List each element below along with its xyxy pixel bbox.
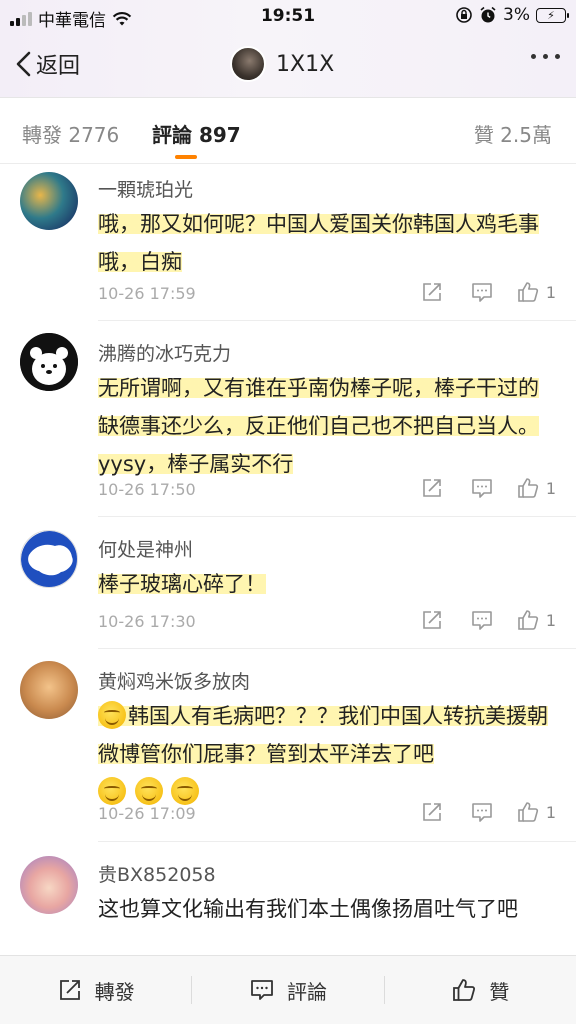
like-button[interactable]: 1 (494, 280, 556, 304)
tab-repost[interactable]: 轉發 2776 (22, 119, 119, 148)
comment-icon (472, 479, 492, 498)
divider (98, 841, 576, 842)
reply-button[interactable] (444, 608, 494, 632)
avatar[interactable] (20, 333, 78, 391)
back-label: 返回 (36, 54, 81, 79)
like-button[interactable]: 1 (494, 608, 556, 632)
share-button[interactable] (394, 800, 444, 824)
thumbs-up-icon (518, 802, 538, 822)
smile-emoji-icon (134, 777, 163, 805)
comment-text: 这也算文化输出有我们本土偶像扬眉吐气了吧 (98, 897, 518, 921)
more-options-button[interactable] (531, 54, 560, 59)
share-icon (423, 611, 441, 629)
comment-author[interactable]: 一顆琥珀光 (98, 175, 193, 202)
like-count: 1 (545, 802, 556, 822)
avatar[interactable] (20, 172, 78, 230)
comment-time: 10-26 17:50 (98, 480, 196, 499)
avatar[interactable] (20, 530, 78, 588)
repost-label: 轉發 (94, 979, 135, 1004)
comment-author[interactable]: 贵BX852058 (98, 860, 216, 887)
battery-percent: 3% (503, 5, 530, 25)
thumbs-up-icon (518, 282, 538, 302)
status-bar: 中華電信 19:51 3% ⚡ (0, 0, 576, 34)
back-button[interactable]: 返回 (14, 48, 80, 80)
comment-actions: 1 (394, 280, 556, 304)
user-avatar[interactable] (230, 46, 266, 82)
like-button[interactable]: 1 (494, 800, 556, 824)
thumbs-up-icon (453, 979, 476, 1001)
comment-icon (472, 803, 492, 822)
comment-actions: 1 (394, 800, 556, 824)
comment-icon (472, 283, 492, 302)
comment-text-content: 无所谓啊，又有谁在乎南伪棒子呢，棒子干过的缺德事还少么，反正他们自己也不把自己当… (98, 376, 539, 476)
more-dot-icon (543, 54, 548, 59)
reply-button[interactable] (444, 476, 494, 500)
comment-text-content: 韩国人有毛病吧？？？我们中国人转抗美援朝微博管你们屁事？管到太平洋去了吧 (98, 704, 548, 766)
repost-button[interactable]: 轉發 (0, 976, 191, 1005)
map-avatar-icon (21, 531, 77, 587)
share-button[interactable] (394, 608, 444, 632)
share-button[interactable] (394, 280, 444, 304)
more-dot-icon (531, 54, 536, 59)
like-post-button[interactable]: 贊 (385, 976, 576, 1005)
alarm-icon (480, 6, 496, 23)
tab-likes[interactable]: 贊 2.5萬 (474, 119, 552, 148)
comment-list: 一顆琥珀光 哦，那又如何呢？中国人爱国关你韩国人鸡毛事哦，白痴 10-26 17… (0, 165, 576, 955)
thumbs-up-icon (518, 610, 538, 630)
reply-button[interactable] (444, 800, 494, 824)
comment-text: 棒子玻璃心碎了！ (98, 565, 553, 603)
divider (98, 320, 576, 321)
comment-text-content: 棒子玻璃心碎了！ (98, 572, 266, 596)
bottom-toolbar: 轉發 評論 贊 (0, 955, 576, 1024)
active-tab-indicator (175, 155, 197, 159)
comment-text: 哦，那又如何呢？中国人爱国关你韩国人鸡毛事哦，白痴 (98, 205, 553, 281)
share-icon (423, 479, 441, 497)
smile-emoji-icon (98, 701, 126, 729)
nav-bar: 返回 1X1X (0, 34, 576, 98)
comment-actions: 1 (394, 608, 556, 632)
comment-button[interactable]: 評論 (192, 976, 383, 1005)
like-button[interactable]: 1 (494, 476, 556, 500)
comment-time: 10-26 17:30 (98, 612, 196, 631)
divider (98, 516, 576, 517)
comment-text: 无所谓啊，又有谁在乎南伪棒子呢，棒子干过的缺德事还少么，反正他们自己也不把自己当… (98, 369, 553, 483)
tab-bar: 轉發 2776 評論 897 贊 2.5萬 (0, 99, 576, 164)
comment-time: 10-26 17:59 (98, 284, 196, 303)
comment-text: 韩国人有毛病吧？？？我们中国人转抗美援朝微博管你们屁事？管到太平洋去了吧 (98, 697, 553, 811)
comment-label: 評論 (286, 979, 327, 1004)
like-label: 贊 (489, 979, 510, 1004)
share-icon (423, 803, 441, 821)
nav-user[interactable]: 1X1X (230, 46, 334, 82)
reply-button[interactable] (444, 280, 494, 304)
smile-emoji-icon (171, 777, 200, 805)
battery-icon: ⚡ (536, 7, 569, 23)
orientation-lock-icon (456, 7, 472, 23)
top-header: 中華電信 19:51 3% ⚡ 返回 1X1X (0, 0, 576, 98)
comment-actions: 1 (394, 476, 556, 500)
status-right: 3% ⚡ (455, 5, 569, 25)
comment-author[interactable]: 黄焖鸡米饭多放肉 (98, 667, 250, 694)
comment-icon (251, 980, 273, 1000)
avatar[interactable] (20, 661, 78, 719)
comment-text-content: 哦，那又如何呢？中国人爱国关你韩国人鸡毛事哦，白痴 (98, 212, 539, 274)
share-icon (423, 283, 441, 301)
like-count: 1 (545, 478, 556, 498)
polar-bear-avatar-icon (20, 333, 78, 391)
divider (98, 648, 576, 649)
comment-time: 10-26 17:09 (98, 804, 196, 823)
share-button[interactable] (394, 476, 444, 500)
page-title: 1X1X (276, 51, 335, 77)
chevron-left-icon (16, 51, 31, 77)
comment-author[interactable]: 沸腾的冰巧克力 (98, 339, 231, 366)
more-dot-icon (555, 54, 560, 59)
thumbs-up-icon (518, 478, 538, 498)
share-icon (59, 980, 80, 1000)
like-count: 1 (545, 282, 556, 302)
comment-icon (472, 611, 492, 630)
comment-author[interactable]: 何处是神州 (98, 535, 193, 562)
smile-emoji-icon (98, 777, 126, 805)
avatar[interactable] (20, 856, 78, 914)
tab-comments[interactable]: 評論 897 (152, 119, 241, 148)
like-count: 1 (545, 610, 556, 630)
